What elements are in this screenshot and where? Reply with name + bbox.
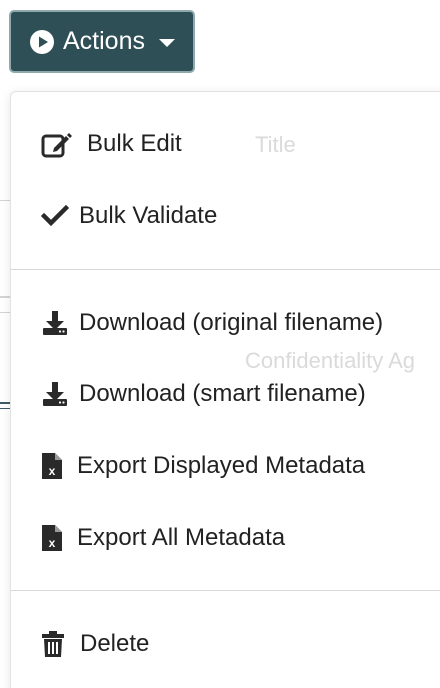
trash-icon xyxy=(42,630,64,658)
excel-file-icon: x xyxy=(41,452,63,480)
menu-item-export-all-metadata[interactable]: x Export All Metadata xyxy=(11,516,440,560)
svg-text:x: x xyxy=(49,536,56,550)
menu-item-label: Bulk Validate xyxy=(79,202,218,229)
menu-item-label: Delete xyxy=(80,630,150,657)
download-icon xyxy=(41,309,69,337)
svg-text:x: x xyxy=(49,464,56,478)
menu-item-label: Download (smart filename) xyxy=(79,380,366,407)
menu-item-export-displayed-metadata[interactable]: x Export Displayed Metadata xyxy=(11,444,440,488)
menu-item-label: Export All Metadata xyxy=(77,524,286,551)
actions-button-label: Actions xyxy=(63,27,145,55)
background-cell-text: Confidentiality Ag xyxy=(245,348,415,373)
actions-button[interactable]: Actions xyxy=(9,10,195,73)
check-icon xyxy=(41,205,69,227)
menu-item-label: Download (original filename) xyxy=(79,309,384,336)
play-circle-icon xyxy=(29,29,55,55)
edit-icon xyxy=(41,129,73,159)
excel-file-icon: x xyxy=(41,524,63,552)
menu-divider xyxy=(11,590,440,591)
menu-item-label: Bulk Edit xyxy=(87,130,182,157)
menu-item-label: Export Displayed Metadata xyxy=(77,452,366,479)
menu-item-delete[interactable]: Delete xyxy=(11,622,440,666)
download-icon xyxy=(41,380,69,408)
caret-down-icon xyxy=(158,38,175,47)
menu-item-download-original[interactable]: Download (original filename) xyxy=(11,301,440,345)
menu-item-bulk-edit[interactable]: Bulk Edit xyxy=(11,122,440,166)
actions-dropdown-menu: Title Confidentiality Ag Bulk Edit Bulk … xyxy=(10,91,440,688)
menu-item-bulk-validate[interactable]: Bulk Validate xyxy=(11,194,440,238)
menu-item-download-smart[interactable]: Download (smart filename) xyxy=(11,372,440,416)
menu-divider xyxy=(11,269,440,270)
page: Actions Title Confidentiality Ag Bulk Ed… xyxy=(0,0,440,688)
